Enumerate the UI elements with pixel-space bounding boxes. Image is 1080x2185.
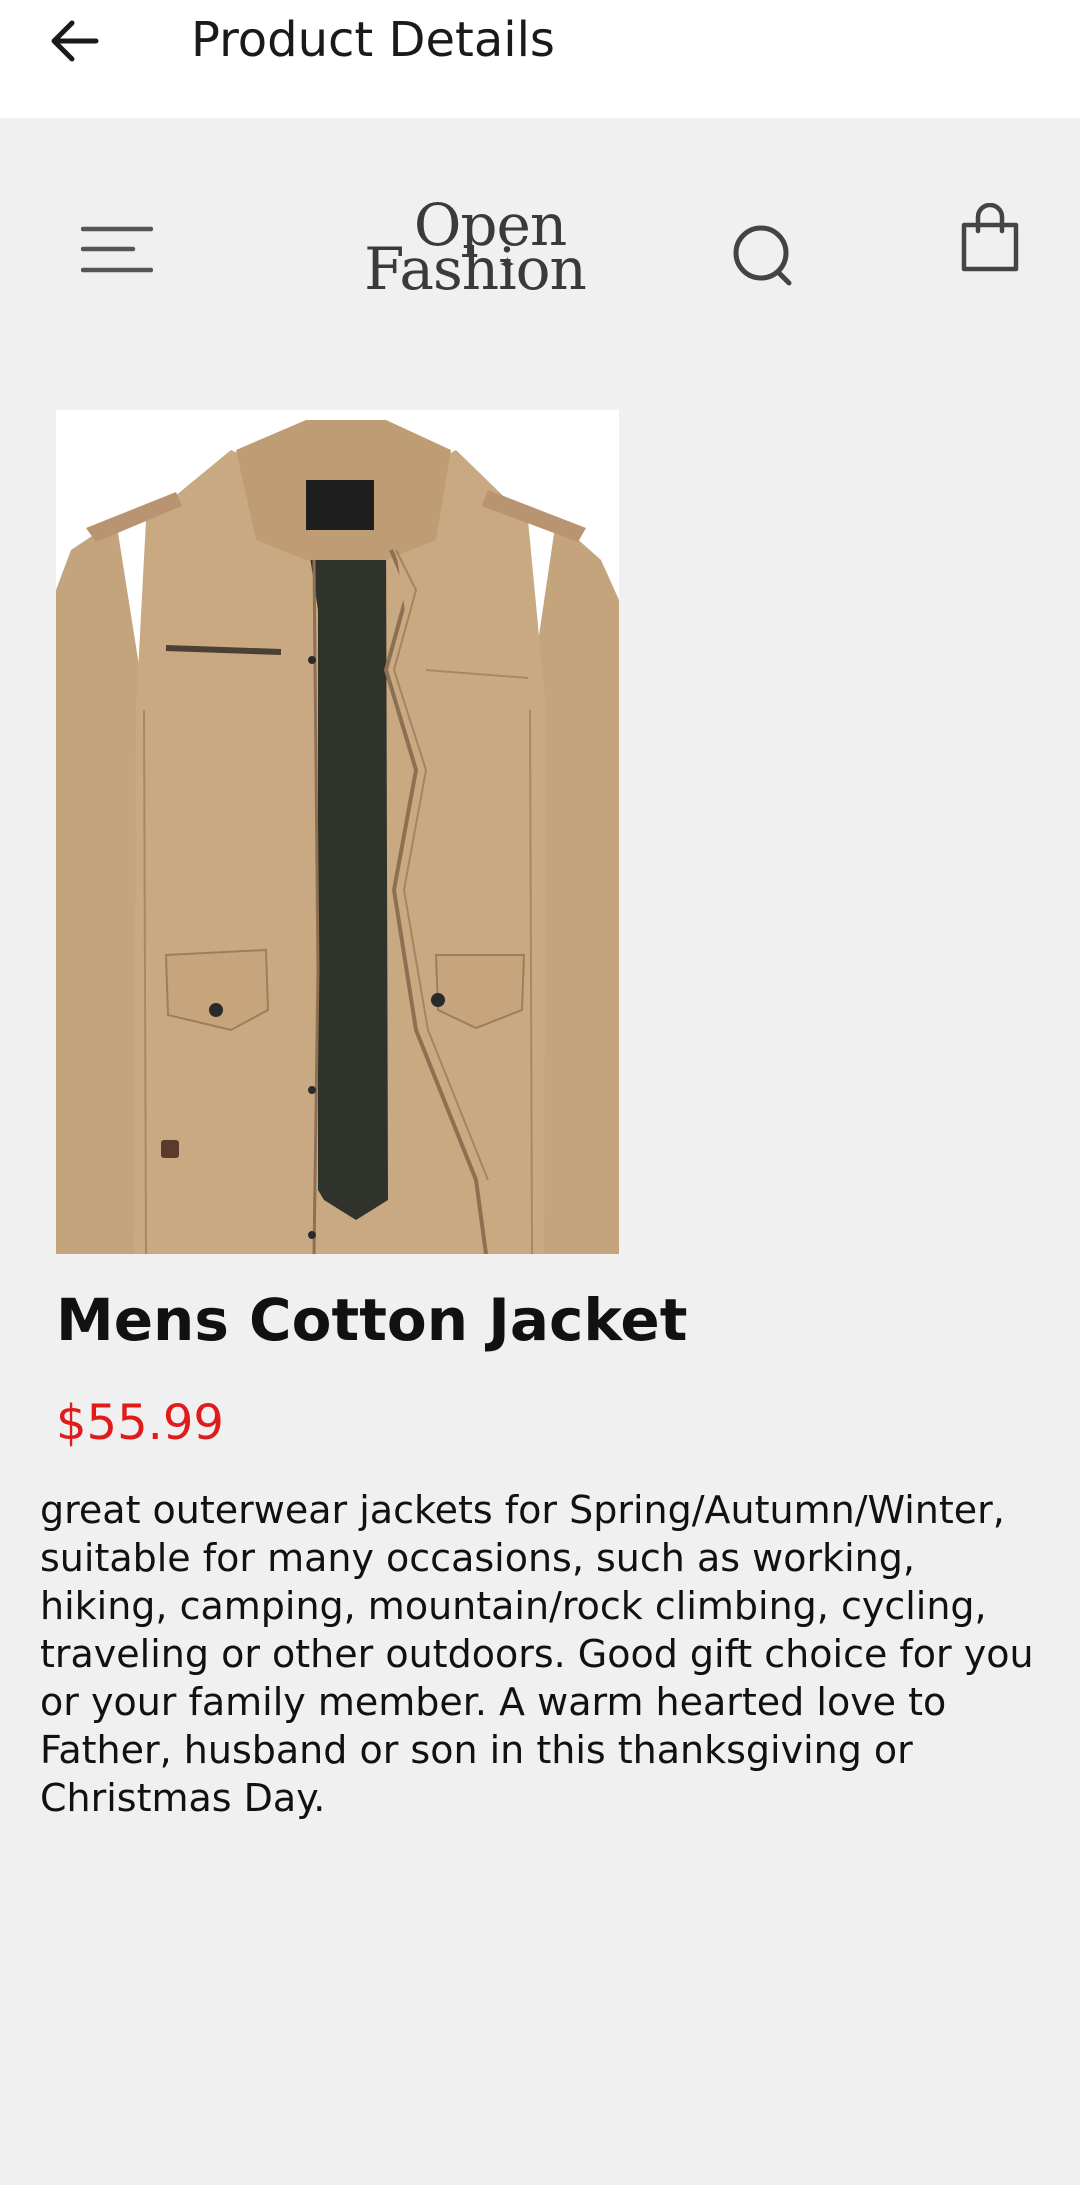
app-bar: Product Details <box>0 0 1080 118</box>
back-button[interactable] <box>36 6 112 76</box>
product-name: Mens Cotton Jacket <box>56 1286 688 1354</box>
store-logo[interactable]: Open ✦ Fashion <box>350 195 600 305</box>
hamburger-menu-icon <box>81 226 153 273</box>
jacket-image <box>56 410 619 1254</box>
arrow-left-icon <box>51 20 99 62</box>
product-price: $55.99 <box>56 1395 224 1451</box>
menu-button[interactable] <box>72 214 162 286</box>
page-title: Product Details <box>191 12 555 68</box>
search-button[interactable] <box>722 214 806 298</box>
product-image <box>56 410 619 1254</box>
cart-button[interactable] <box>952 196 1028 280</box>
product-description: great outerwear jackets for Spring/Autum… <box>40 1488 1034 1820</box>
shopping-bag-icon <box>961 203 1019 272</box>
logo-line-2: Fashion <box>364 235 587 303</box>
search-icon <box>733 225 792 286</box>
product-details-screen: Product Details Open ✦ Fashion Mens Cott… <box>0 0 1080 2185</box>
